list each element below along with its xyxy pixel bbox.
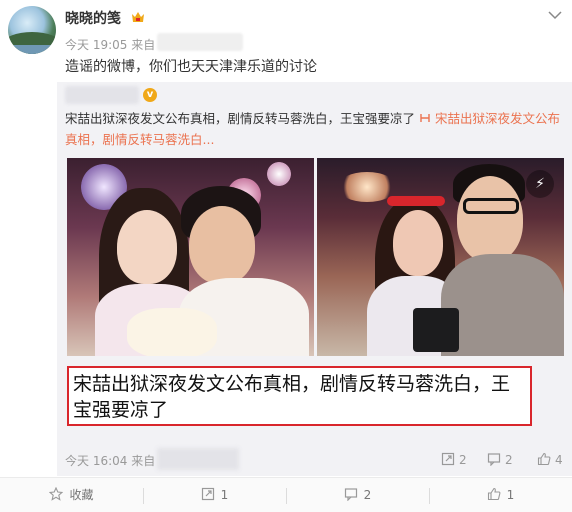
repost-username-blur <box>65 86 139 104</box>
repost-count: 1 <box>220 488 229 502</box>
repost-share-button[interactable]: 2 <box>441 450 467 470</box>
repost-card[interactable]: v 宋喆出狱深夜发文公布真相，剧情反转马蓉洗白，王宝强要凉了 宋喆出狱深夜发文公… <box>57 82 572 476</box>
share-icon <box>441 452 455 466</box>
repost-like-button[interactable]: 4 <box>537 450 563 470</box>
repost-button[interactable]: 1 <box>143 478 286 512</box>
headline-box: 宋喆出狱深夜发文公布真相，剧情反转马蓉洗白，王宝强要凉了 <box>67 366 532 426</box>
thumbs-up-icon <box>487 487 501 501</box>
person-face <box>457 176 523 262</box>
repost-comment-button[interactable]: 2 <box>487 450 513 470</box>
cake <box>127 308 217 356</box>
chevron-down-icon[interactable] <box>548 10 562 20</box>
favorite-label: 收藏 <box>69 488 94 502</box>
action-bar: 收藏 1 2 1 <box>0 477 572 512</box>
headline-text: 宋喆出狱深夜发文公布真相，剧情反转马蓉洗白，王宝强要凉了 <box>73 373 511 421</box>
verified-icon: v <box>143 88 157 102</box>
repost-like-count: 4 <box>555 453 563 467</box>
person-face <box>117 210 177 284</box>
person-face <box>189 206 255 284</box>
polaroid-camera <box>413 308 459 352</box>
vip-icon[interactable] <box>130 10 146 24</box>
bokeh-light <box>267 162 291 186</box>
avatar[interactable] <box>8 6 56 54</box>
thumbs-up-icon <box>537 452 551 466</box>
repost-time[interactable]: 今天 16:04 来自 <box>65 452 155 469</box>
photo-left[interactable] <box>67 158 314 356</box>
like-button[interactable]: 1 <box>429 478 572 512</box>
like-count: 1 <box>506 488 515 502</box>
person-face <box>393 210 443 276</box>
post-time[interactable]: 今天 19:05 来自 <box>65 36 155 53</box>
post-header: 晓晓的笺 今天 19:05 来自 <box>0 0 572 56</box>
person-body <box>441 254 564 356</box>
live-photo-icon[interactable]: ⚡ <box>526 170 554 198</box>
repost-main-text: 宋喆出狱深夜发文公布真相，剧情反转马蓉洗白，王宝强要凉了 <box>65 111 416 126</box>
photo-right[interactable]: ⚡ <box>317 158 564 356</box>
share-icon <box>201 487 214 501</box>
avatar-water <box>8 45 56 54</box>
comment-button[interactable]: 2 <box>286 478 429 512</box>
link-icon <box>420 114 430 122</box>
source-blur <box>157 33 243 51</box>
favorite-button[interactable]: 收藏 <box>0 478 143 512</box>
repost-footer: 今天 16:04 来自 2 2 4 <box>57 448 572 474</box>
repost-text: 宋喆出狱深夜发文公布真相，剧情反转马蓉洗白，王宝强要凉了 宋喆出狱深夜发文公布真… <box>65 108 565 150</box>
username[interactable]: 晓晓的笺 <box>65 8 121 28</box>
post-text: 造谣的微博，你们也天天津津乐道的讨论 <box>65 59 317 75</box>
star-icon <box>49 487 64 501</box>
comment-icon <box>487 453 501 466</box>
red-headband <box>387 196 445 206</box>
repost-comment-count: 2 <box>505 453 513 467</box>
comment-icon <box>344 488 357 501</box>
glasses <box>463 198 519 214</box>
source-blur <box>157 448 239 470</box>
comment-count: 2 <box>363 488 372 502</box>
repost-share-count: 2 <box>459 453 467 467</box>
